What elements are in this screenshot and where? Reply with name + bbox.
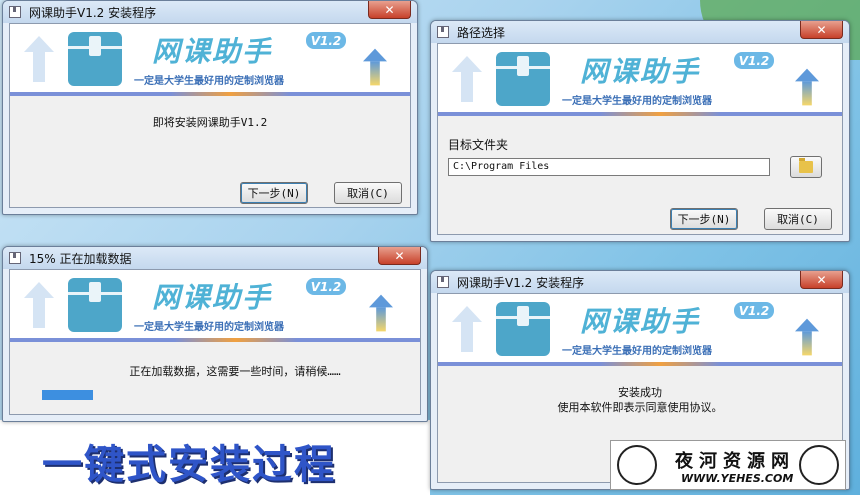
- title-bar[interactable]: 路径选择 ✕: [431, 21, 849, 43]
- upload-arrow-icon: [24, 36, 54, 82]
- success-agreement: 使用本软件即表示同意使用协议。: [557, 401, 723, 414]
- version-badge: V1.2: [734, 52, 774, 69]
- close-button[interactable]: ✕: [378, 247, 421, 265]
- upload-arrow-icon: [452, 306, 482, 352]
- installer-window-path: 路径选择 ✕ 网课助手 V1.2 一定是大学生最好用的定制浏览器 目标文件夹 C…: [430, 20, 850, 242]
- upload-arrow-icon: [452, 56, 482, 102]
- title-bar[interactable]: 网课助手V1.2 安装程序 ✕: [3, 1, 417, 23]
- upload-arrow-icon: [369, 294, 393, 332]
- version-badge: V1.2: [734, 302, 774, 319]
- app-icon: [437, 276, 449, 288]
- upload-arrow-icon: [363, 48, 387, 86]
- watermark-url: WWW.YEHES.COM: [681, 472, 794, 485]
- banner-subtitle: 一定是大学生最好用的定制浏览器: [562, 346, 712, 357]
- watermark: 夜河资源网 WWW.YEHES.COM: [610, 440, 846, 490]
- loading-message: 正在加载数据，这需要一些时间，请稍候……: [129, 365, 341, 378]
- installer-window-welcome: 网课助手V1.2 安装程序 ✕ 网课助手 V1.2 一定是大学生最好用的定制浏览…: [2, 0, 418, 215]
- installer-window-loading: 15% 正在加载数据 ✕ 网课助手 V1.2 一定是大学生最好用的定制浏览器 正…: [2, 246, 428, 422]
- version-badge: V1.2: [306, 278, 346, 295]
- title-bar[interactable]: 15% 正在加载数据 ✕: [3, 247, 427, 269]
- banner: 网课助手 V1.2 一定是大学生最好用的定制浏览器: [438, 44, 842, 116]
- banner: 网课助手 V1.2 一定是大学生最好用的定制浏览器: [10, 270, 420, 342]
- progress-bar: [42, 390, 242, 400]
- app-icon: [9, 252, 21, 264]
- window-title: 网课助手V1.2 安装程序: [457, 275, 585, 290]
- app-icon: [437, 26, 449, 38]
- banner-subtitle: 一定是大学生最好用的定制浏览器: [134, 76, 284, 87]
- close-button[interactable]: ✕: [368, 1, 411, 19]
- cancel-button[interactable]: 取消(C): [764, 208, 832, 230]
- app-icon: [9, 6, 21, 18]
- banner: 网课助手 V1.2 一定是大学生最好用的定制浏览器: [10, 24, 410, 96]
- success-title: 安装成功: [618, 386, 662, 399]
- cancel-button[interactable]: 取消(C): [334, 182, 402, 204]
- window-client: 网课助手 V1.2 一定是大学生最好用的定制浏览器 正在加载数据，这需要一些时间…: [9, 269, 421, 415]
- window-client: 网课助手 V1.2 一定是大学生最好用的定制浏览器 目标文件夹 C:\Progr…: [437, 43, 843, 235]
- progress-fill: [42, 390, 93, 400]
- ornament-right-icon: [799, 445, 839, 485]
- target-folder-label: 目标文件夹: [448, 138, 509, 152]
- banner-stripe: [10, 338, 420, 342]
- next-button[interactable]: 下一步(N): [240, 182, 308, 204]
- window-title: 15% 正在加载数据: [29, 251, 132, 266]
- folder-icon: [799, 158, 813, 173]
- welcome-message: 即将安装网课助手V1.2: [152, 116, 268, 129]
- banner-title: 网课助手: [152, 281, 273, 314]
- banner-title: 网课助手: [580, 55, 701, 88]
- banner-subtitle: 一定是大学生最好用的定制浏览器: [134, 322, 284, 333]
- banner-title: 网课助手: [152, 35, 273, 68]
- box-logo-icon: [496, 302, 550, 356]
- window-title: 路径选择: [457, 25, 506, 40]
- version-badge: V1.2: [306, 32, 346, 49]
- banner-stripe: [10, 92, 410, 96]
- caption-title: 一键式安装过程: [42, 442, 336, 488]
- ornament-left-icon: [617, 445, 657, 485]
- banner-subtitle: 一定是大学生最好用的定制浏览器: [562, 96, 712, 107]
- close-button[interactable]: ✕: [800, 271, 843, 289]
- window-title: 网课助手V1.2 安装程序: [29, 5, 157, 20]
- banner-stripe: [438, 112, 842, 116]
- box-logo-icon: [68, 278, 122, 332]
- window-client: 网课助手 V1.2 一定是大学生最好用的定制浏览器 即将安装网课助手V1.2 下…: [9, 23, 411, 208]
- upload-arrow-icon: [795, 318, 819, 356]
- box-logo-icon: [496, 52, 550, 106]
- upload-arrow-icon: [24, 282, 54, 328]
- upload-arrow-icon: [795, 68, 819, 106]
- watermark-name: 夜河资源网: [675, 451, 795, 472]
- browse-button[interactable]: [790, 156, 822, 178]
- banner: 网课助手 V1.2 一定是大学生最好用的定制浏览器: [438, 294, 842, 366]
- path-input[interactable]: C:\Program Files: [448, 158, 770, 176]
- title-bar[interactable]: 网课助手V1.2 安装程序 ✕: [431, 271, 849, 293]
- banner-stripe: [438, 362, 842, 366]
- box-logo-icon: [68, 32, 122, 86]
- banner-title: 网课助手: [580, 305, 701, 338]
- next-button[interactable]: 下一步(N): [670, 208, 738, 230]
- close-button[interactable]: ✕: [800, 21, 843, 39]
